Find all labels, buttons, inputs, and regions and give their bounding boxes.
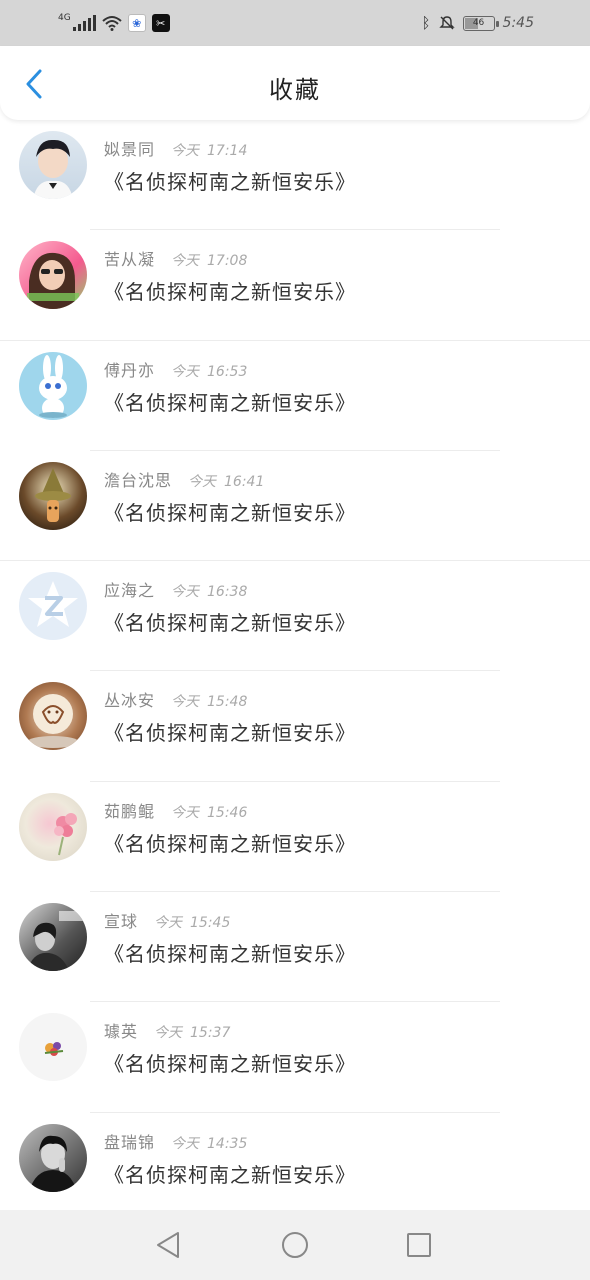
item-day: 今天: [171, 253, 200, 270]
home-circle-icon: [282, 1232, 308, 1258]
battery-level: 46: [472, 18, 485, 28]
signal-icon: [72, 15, 96, 31]
item-content: 《名侦探柯南之新恒安乐》: [104, 280, 356, 305]
favorite-item[interactable]: 茹鹏鲲 今天 15:46 《名侦探柯南之新恒安乐》: [0, 782, 590, 893]
item-meta: 盘瑞锦 今天 14:35: [104, 1129, 247, 1153]
status-bar: 4G ❀ ✂ ᛒ 46 5:45: [0, 0, 590, 46]
avatar: [19, 131, 87, 199]
status-left: 4G ❀ ✂: [58, 12, 170, 34]
user-name: 盘瑞锦: [104, 1132, 156, 1152]
user-name: 姒景同: [104, 140, 156, 159]
user-name: 傅丹亦: [104, 360, 156, 380]
item-time: 15:37: [190, 1025, 231, 1042]
title-bar: 收藏: [0, 46, 590, 120]
nav-back-button[interactable]: [151, 1228, 185, 1262]
item-time: 16:38: [207, 584, 248, 601]
favorite-item[interactable]: 姒景同 今天 17:14 《名侦探柯南之新恒安乐》: [0, 120, 590, 231]
favorite-item[interactable]: 丛冰安 今天 15:48 《名侦探柯南之新恒安乐》: [0, 671, 590, 783]
nav-home-button[interactable]: [278, 1228, 312, 1262]
user-name: 澹台沈思: [104, 470, 173, 490]
favorite-item[interactable]: 澹台沈思 今天 16:41 《名侦探柯南之新恒安乐》: [0, 451, 590, 562]
item-content: 《名侦探柯南之新恒安乐》: [104, 611, 356, 636]
item-day: 今天: [188, 473, 217, 490]
system-nav-bar: [0, 1210, 590, 1280]
item-time: 14:35: [207, 1135, 248, 1152]
item-day: 今天: [171, 1135, 200, 1152]
item-meta: 澹台沈思 今天 16:41: [104, 467, 264, 491]
item-content: 《名侦探柯南之新恒安乐》: [104, 170, 356, 194]
avatar: [19, 241, 87, 310]
item-content: 《名侦探柯南之新恒安乐》: [104, 390, 356, 415]
baidu-app-icon: ❀: [127, 14, 146, 32]
item-day: 今天: [171, 694, 200, 711]
item-content: 《名侦探柯南之新恒安乐》: [104, 500, 356, 525]
item-content: 《名侦探柯南之新恒安乐》: [104, 942, 356, 967]
wifi-icon: [102, 16, 122, 31]
recents-square-icon: [407, 1233, 431, 1257]
favorite-item[interactable]: 璩英 今天 15:37 《名侦探柯南之新恒安乐》: [0, 1002, 590, 1113]
avatar: [19, 461, 87, 530]
item-day: 今天: [154, 915, 183, 932]
item-meta: 丛冰安 今天 15:48: [104, 687, 247, 711]
user-name: 茹鹏鲲: [104, 801, 156, 821]
network-type: 4G: [58, 13, 71, 23]
item-time: 16:53: [207, 363, 248, 380]
item-meta: 宣球 今天 15:45: [104, 908, 230, 932]
item-time: 15:46: [207, 804, 248, 821]
item-day: 今天: [171, 143, 200, 159]
item-day: 今天: [154, 1025, 183, 1042]
avatar: [19, 903, 87, 972]
status-right: ᛒ 46 5:45: [422, 12, 534, 34]
user-name: 苦从凝: [104, 250, 156, 270]
item-time: 17:08: [207, 253, 248, 270]
avatar: [19, 351, 87, 420]
item-meta: 应海之 今天 16:38: [104, 577, 247, 601]
favorite-item[interactable]: 傅丹亦 今天 16:53 《名侦探柯南之新恒安乐》: [0, 341, 590, 452]
bluetooth-icon: ᛒ: [421, 14, 431, 32]
avatar: [19, 682, 87, 751]
favorite-item[interactable]: 应海之 今天 16:38 《名侦探柯南之新恒安乐》: [0, 561, 590, 672]
item-content: 《名侦探柯南之新恒安乐》: [104, 831, 356, 856]
item-time: 16:41: [224, 473, 265, 490]
avatar: [19, 792, 87, 861]
user-name: 应海之: [104, 581, 156, 601]
favorites-list: 姒景同 今天 17:14 《名侦探柯南之新恒安乐》 苦从凝 今天 17:08 《…: [0, 120, 590, 1223]
user-name: 宣球: [104, 912, 139, 932]
user-name: 璩英: [104, 1022, 139, 1042]
capcut-app-icon: ✂: [151, 14, 170, 32]
item-time: 17:14: [207, 143, 248, 159]
favorite-item[interactable]: 盘瑞锦 今天 14:35 《名侦探柯南之新恒安乐》: [0, 1113, 590, 1223]
item-day: 今天: [171, 584, 200, 601]
item-content: 《名侦探柯南之新恒安乐》: [104, 721, 356, 746]
item-day: 今天: [171, 363, 200, 380]
avatar: [19, 572, 87, 641]
back-triangle-icon: [157, 1232, 179, 1258]
page-title: 收藏: [269, 76, 321, 104]
favorite-item[interactable]: 宣球 今天 15:45 《名侦探柯南之新恒安乐》: [0, 892, 590, 1003]
item-meta: 姒景同 今天 17:14: [104, 136, 247, 160]
battery-icon: 46: [462, 15, 499, 31]
avatar: [19, 1123, 87, 1192]
favorite-item[interactable]: 苦从凝 今天 17:08 《名侦探柯南之新恒安乐》: [0, 230, 590, 341]
mute-icon: [438, 16, 455, 30]
item-time: 15:45: [190, 915, 231, 932]
item-time: 15:48: [207, 694, 248, 711]
item-content: 《名侦探柯南之新恒安乐》: [104, 1162, 356, 1187]
item-meta: 茹鹏鲲 今天 15:46: [104, 798, 247, 822]
status-time: 5:45: [502, 15, 534, 31]
item-meta: 傅丹亦 今天 16:53: [104, 357, 247, 381]
user-name: 丛冰安: [104, 691, 156, 711]
item-meta: 璩英 今天 15:37: [104, 1018, 230, 1042]
item-day: 今天: [171, 804, 200, 821]
avatar: [19, 1013, 87, 1082]
item-content: 《名侦探柯南之新恒安乐》: [104, 1052, 356, 1077]
item-meta: 苦从凝 今天 17:08: [104, 246, 247, 270]
nav-recents-button[interactable]: [402, 1228, 436, 1262]
